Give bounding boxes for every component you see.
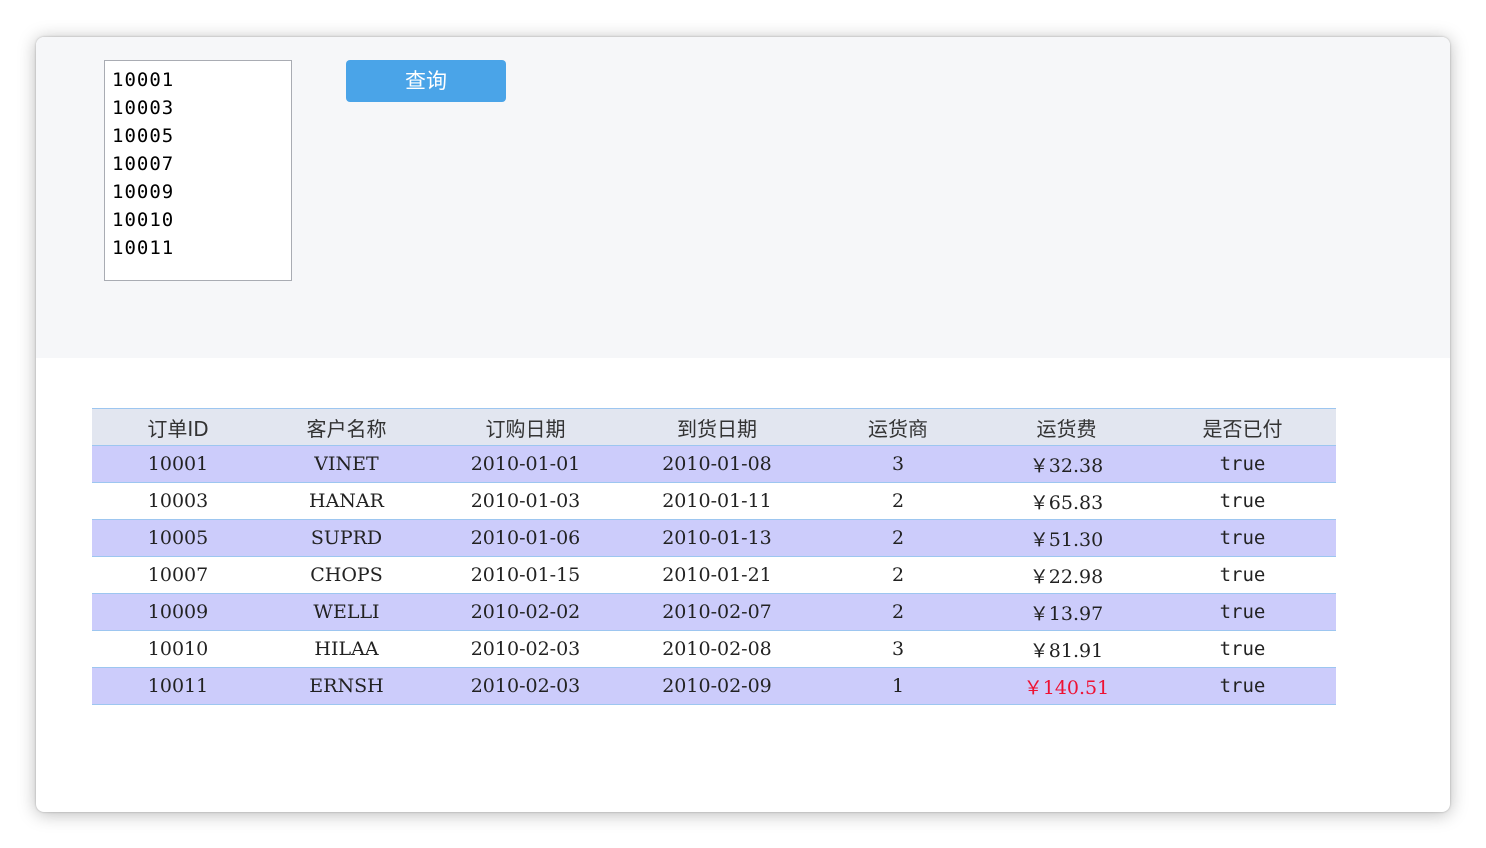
cell-paid: true — [1149, 593, 1336, 631]
table-header-row: 订单ID 客户名称 订购日期 到货日期 运货商 运货费 是否已付 — [92, 408, 1336, 446]
listbox-option[interactable]: 10010 — [112, 206, 291, 234]
table-row[interactable]: 10001 VINET 2010-01-01 2010-01-08 3 ￥32.38 tru… — [92, 445, 1336, 483]
query-panel: 10001 10003 10005 10007 10009 10010 1001… — [36, 37, 1450, 358]
cell-order-date: 2010-02-03 — [429, 667, 622, 705]
cell-customer-name: CHOPS — [264, 556, 429, 594]
cell-customer-name: VINET — [264, 445, 429, 483]
table-body: 10001 VINET 2010-01-01 2010-01-08 3 ￥32.38 tru… — [92, 445, 1336, 705]
table-row[interactable]: 10003 HANAR 2010-01-03 2010-01-11 2 ￥65.83 tru… — [92, 482, 1336, 520]
cell-order-date: 2010-02-02 — [429, 593, 622, 631]
table-row[interactable]: 10007 CHOPS 2010-01-15 2010-01-21 2 ￥22.98 tru… — [92, 556, 1336, 594]
listbox-option[interactable]: 10011 — [112, 234, 291, 262]
cell-order-id: 10009 — [92, 593, 264, 631]
app-window: 10001 10003 10005 10007 10009 10010 1001… — [36, 37, 1450, 812]
cell-paid: true — [1149, 445, 1336, 483]
header-freight[interactable]: 运货费 — [984, 408, 1149, 446]
cell-shipper: 3 — [812, 630, 984, 668]
header-arrival-date[interactable]: 到货日期 — [622, 408, 812, 446]
listbox-option[interactable]: 10007 — [112, 150, 291, 178]
cell-customer-name: HANAR — [264, 482, 429, 520]
cell-freight: ￥140.51 — [984, 667, 1149, 705]
table-row[interactable]: 10010 HILAA 2010-02-03 2010-02-08 3 ￥81.91 tru… — [92, 630, 1336, 668]
cell-customer-name: ERNSH — [264, 667, 429, 705]
cell-arrival-date: 2010-01-11 — [622, 482, 812, 520]
cell-arrival-date: 2010-01-08 — [622, 445, 812, 483]
cell-order-id: 10005 — [92, 519, 264, 557]
cell-arrival-date: 2010-02-09 — [622, 667, 812, 705]
table-row[interactable]: 10011 ERNSH 2010-02-03 2010-02-09 1 ￥140.51 tr… — [92, 667, 1336, 705]
cell-freight: ￥22.98 — [984, 556, 1149, 594]
cell-order-id: 10003 — [92, 482, 264, 520]
cell-order-id: 10011 — [92, 667, 264, 705]
cell-paid: true — [1149, 667, 1336, 705]
cell-freight: ￥81.91 — [984, 630, 1149, 668]
cell-freight: ￥65.83 — [984, 482, 1149, 520]
cell-order-date: 2010-01-06 — [429, 519, 622, 557]
listbox-option[interactable]: 10009 — [112, 178, 291, 206]
cell-freight: ￥13.97 — [984, 593, 1149, 631]
cell-order-date: 2010-01-01 — [429, 445, 622, 483]
table-row[interactable]: 10009 WELLI 2010-02-02 2010-02-07 2 ￥13.97 tru… — [92, 593, 1336, 631]
cell-freight: ￥51.30 — [984, 519, 1149, 557]
header-order-id[interactable]: 订单ID — [92, 408, 264, 446]
cell-shipper: 1 — [812, 667, 984, 705]
cell-arrival-date: 2010-01-13 — [622, 519, 812, 557]
cell-arrival-date: 2010-02-08 — [622, 630, 812, 668]
cell-customer-name: SUPRD — [264, 519, 429, 557]
cell-arrival-date: 2010-02-07 — [622, 593, 812, 631]
cell-shipper: 3 — [812, 445, 984, 483]
orders-table: 订单ID 客户名称 订购日期 到货日期 运货商 运货费 是否已付 10001 VI… — [92, 408, 1336, 705]
listbox-option[interactable]: 10003 — [112, 94, 291, 122]
cell-freight: ￥32.38 — [984, 445, 1149, 483]
header-order-date[interactable]: 订购日期 — [429, 408, 622, 446]
cell-customer-name: WELLI — [264, 593, 429, 631]
cell-paid: true — [1149, 482, 1336, 520]
cell-customer-name: HILAA — [264, 630, 429, 668]
cell-shipper: 2 — [812, 593, 984, 631]
cell-paid: true — [1149, 556, 1336, 594]
cell-order-id: 10001 — [92, 445, 264, 483]
table-row[interactable]: 10005 SUPRD 2010-01-06 2010-01-13 2 ￥51.30 tru… — [92, 519, 1336, 557]
cell-shipper: 2 — [812, 556, 984, 594]
order-id-listbox[interactable]: 10001 10003 10005 10007 10009 10010 1001… — [104, 60, 292, 281]
cell-paid: true — [1149, 630, 1336, 668]
cell-shipper: 2 — [812, 519, 984, 557]
query-button[interactable]: 查询 — [346, 60, 506, 102]
cell-order-date: 2010-02-03 — [429, 630, 622, 668]
cell-order-id: 10010 — [92, 630, 264, 668]
cell-order-date: 2010-01-03 — [429, 482, 622, 520]
listbox-option[interactable]: 10005 — [112, 122, 291, 150]
header-shipper[interactable]: 运货商 — [812, 408, 984, 446]
listbox-option[interactable]: 10001 — [112, 66, 291, 94]
cell-shipper: 2 — [812, 482, 984, 520]
cell-paid: true — [1149, 519, 1336, 557]
header-customer-name[interactable]: 客户名称 — [264, 408, 429, 446]
cell-order-date: 2010-01-15 — [429, 556, 622, 594]
cell-arrival-date: 2010-01-21 — [622, 556, 812, 594]
header-paid[interactable]: 是否已付 — [1149, 408, 1336, 446]
cell-order-id: 10007 — [92, 556, 264, 594]
